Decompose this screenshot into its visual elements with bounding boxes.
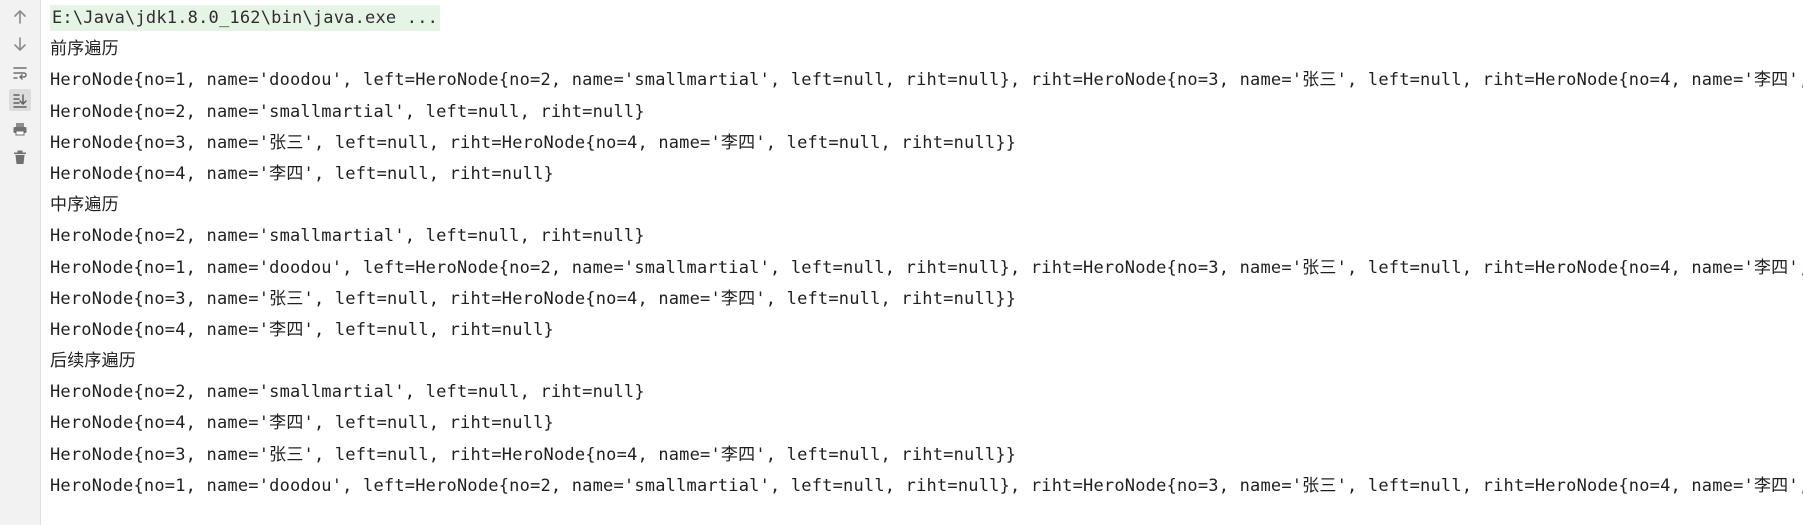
console-output[interactable]: E:\Java\jdk1.8.0_162\bin\java.exe ... 前序… bbox=[50, 3, 1803, 525]
next-occurrence-button[interactable] bbox=[9, 33, 31, 55]
output-line: HeroNode{no=1, name='doodou', left=HeroN… bbox=[50, 257, 1803, 278]
output-line: HeroNode{no=3, name='张三', left=null, rih… bbox=[50, 444, 1017, 465]
output-line: HeroNode{no=2, name='smallmartial', left… bbox=[50, 101, 645, 122]
output-line: HeroNode{no=4, name='李四', left=null, rih… bbox=[50, 319, 554, 340]
output-line: HeroNode{no=1, name='doodou', left=HeroN… bbox=[50, 70, 1803, 91]
output-line: HeroNode{no=3, name='张三', left=null, rih… bbox=[50, 132, 1017, 153]
print-button[interactable] bbox=[9, 118, 31, 140]
arrow-down-icon bbox=[14, 37, 26, 51]
scroll-to-end-icon bbox=[13, 94, 27, 108]
scroll-to-end-button[interactable] bbox=[9, 89, 31, 111]
command-line: E:\Java\jdk1.8.0_162\bin\java.exe ... bbox=[50, 3, 1803, 34]
previous-occurrence-button[interactable] bbox=[9, 6, 31, 28]
clear-all-button[interactable] bbox=[9, 146, 31, 168]
soft-wrap-icon bbox=[13, 67, 27, 80]
output-line: HeroNode{no=4, name='李四', left=null, rih… bbox=[50, 413, 554, 434]
arrow-up-icon bbox=[14, 10, 26, 24]
output-line: HeroNode{no=4, name='李四', left=null, rih… bbox=[50, 163, 554, 184]
soft-wrap-button[interactable] bbox=[9, 62, 31, 84]
section-heading: 后续序遍历 bbox=[50, 351, 136, 372]
print-icon bbox=[13, 123, 27, 136]
output-line: HeroNode{no=3, name='张三', left=null, rih… bbox=[50, 288, 1017, 309]
section-heading: 中序遍历 bbox=[50, 195, 119, 216]
trash-icon bbox=[14, 150, 26, 164]
command-text: E:\Java\jdk1.8.0_162\bin\java.exe ... bbox=[50, 5, 441, 31]
output-line: HeroNode{no=2, name='smallmartial', left… bbox=[50, 226, 645, 247]
console-toolbar bbox=[0, 0, 41, 525]
output-line: HeroNode{no=2, name='smallmartial', left… bbox=[50, 382, 645, 403]
output-line: HeroNode{no=1, name='doodou', left=HeroN… bbox=[50, 475, 1803, 496]
section-heading: 前序遍历 bbox=[50, 39, 119, 60]
